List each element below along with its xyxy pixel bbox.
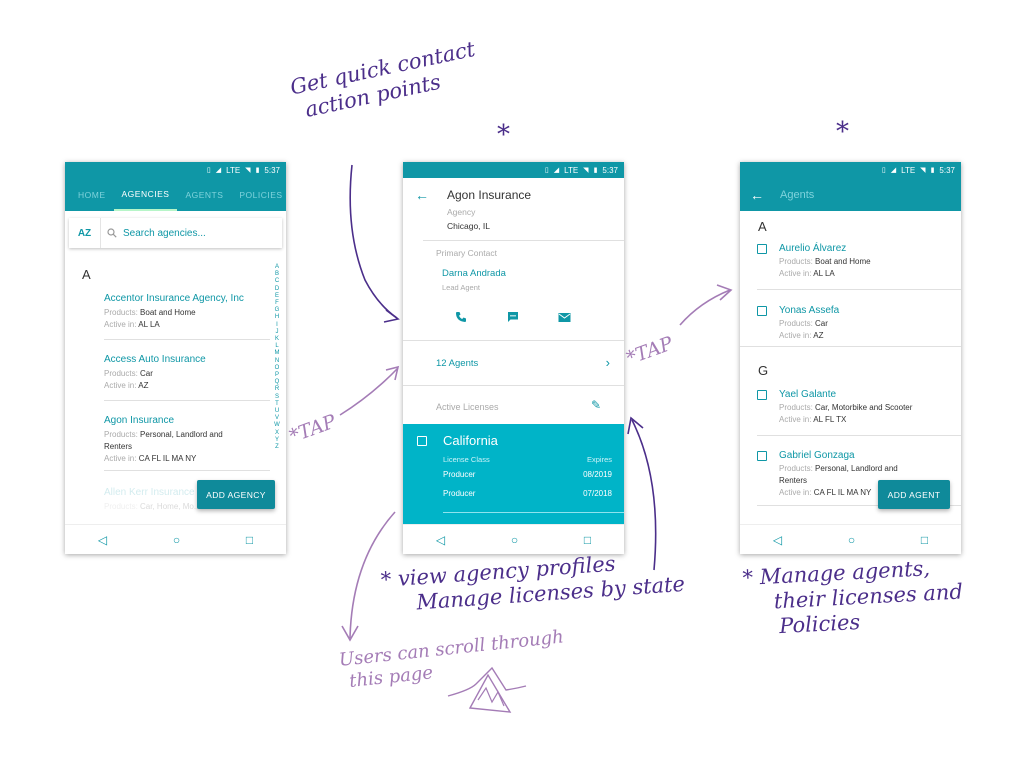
contact-arrow	[349, 164, 398, 319]
note-star: *	[836, 117, 849, 147]
note-star: *	[497, 120, 510, 150]
note-manage-agents: * Manage agents, their licenses and Poli…	[742, 555, 965, 642]
tap-arrow-right	[679, 289, 731, 326]
licenses-arrow	[631, 419, 657, 571]
tap-arrow-left	[339, 367, 399, 416]
